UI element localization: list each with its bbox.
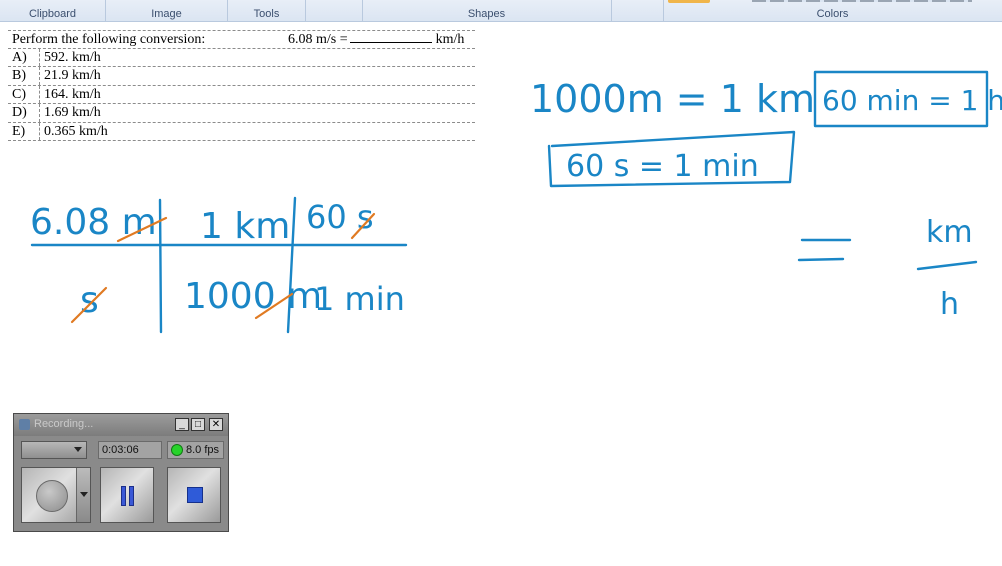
grid-denominator: 1000 m xyxy=(184,276,322,317)
screen-recorder-window[interactable]: Recording... _ □ ✕ 0:03:06 8.0 fps xyxy=(13,413,229,532)
fps-indicator: 8.0 fps xyxy=(167,441,224,459)
equals-stroke xyxy=(797,257,845,262)
stop-button[interactable] xyxy=(167,467,221,523)
recorder-titlebar[interactable]: Recording... _ □ ✕ xyxy=(14,414,228,436)
minimize-button[interactable]: _ xyxy=(175,418,189,431)
grid-denominator: 1 min xyxy=(314,280,405,318)
pause-icon xyxy=(129,486,134,506)
record-icon xyxy=(36,480,68,512)
handwritten-fact-meters-km: 1000m = 1 km xyxy=(530,77,815,121)
result-unit-denominator: h xyxy=(940,287,959,322)
chevron-down-icon xyxy=(74,447,82,452)
stop-icon xyxy=(187,487,203,503)
fps-value: 8.0 fps xyxy=(186,444,220,456)
chevron-down-icon xyxy=(80,492,88,497)
recorder-title: Recording... xyxy=(34,418,94,430)
handwritten-fact-s-min: 60 s = 1 min xyxy=(566,149,759,184)
pause-icon xyxy=(121,486,126,506)
grid-numerator: 1 km xyxy=(200,206,290,247)
record-button[interactable] xyxy=(21,467,91,523)
grid-numerator: 6.08 m xyxy=(30,202,157,243)
close-button[interactable]: ✕ xyxy=(209,418,223,431)
result-unit-numerator: km xyxy=(926,215,973,250)
maximize-button[interactable]: □ xyxy=(191,418,205,431)
record-options-button[interactable] xyxy=(76,468,90,522)
grid-numerator: 60 s xyxy=(306,198,374,236)
fraction-bar xyxy=(916,260,978,271)
handwritten-fact-min-hr: 60 min = 1 hr xyxy=(822,84,1002,117)
recorder-source-dropdown[interactable] xyxy=(21,441,87,459)
elapsed-time: 0:03:06 xyxy=(98,441,162,459)
grid-denominator: s xyxy=(80,280,99,321)
recording-status-icon xyxy=(171,444,183,456)
pause-button[interactable] xyxy=(100,467,154,523)
recorder-app-icon xyxy=(19,419,30,430)
